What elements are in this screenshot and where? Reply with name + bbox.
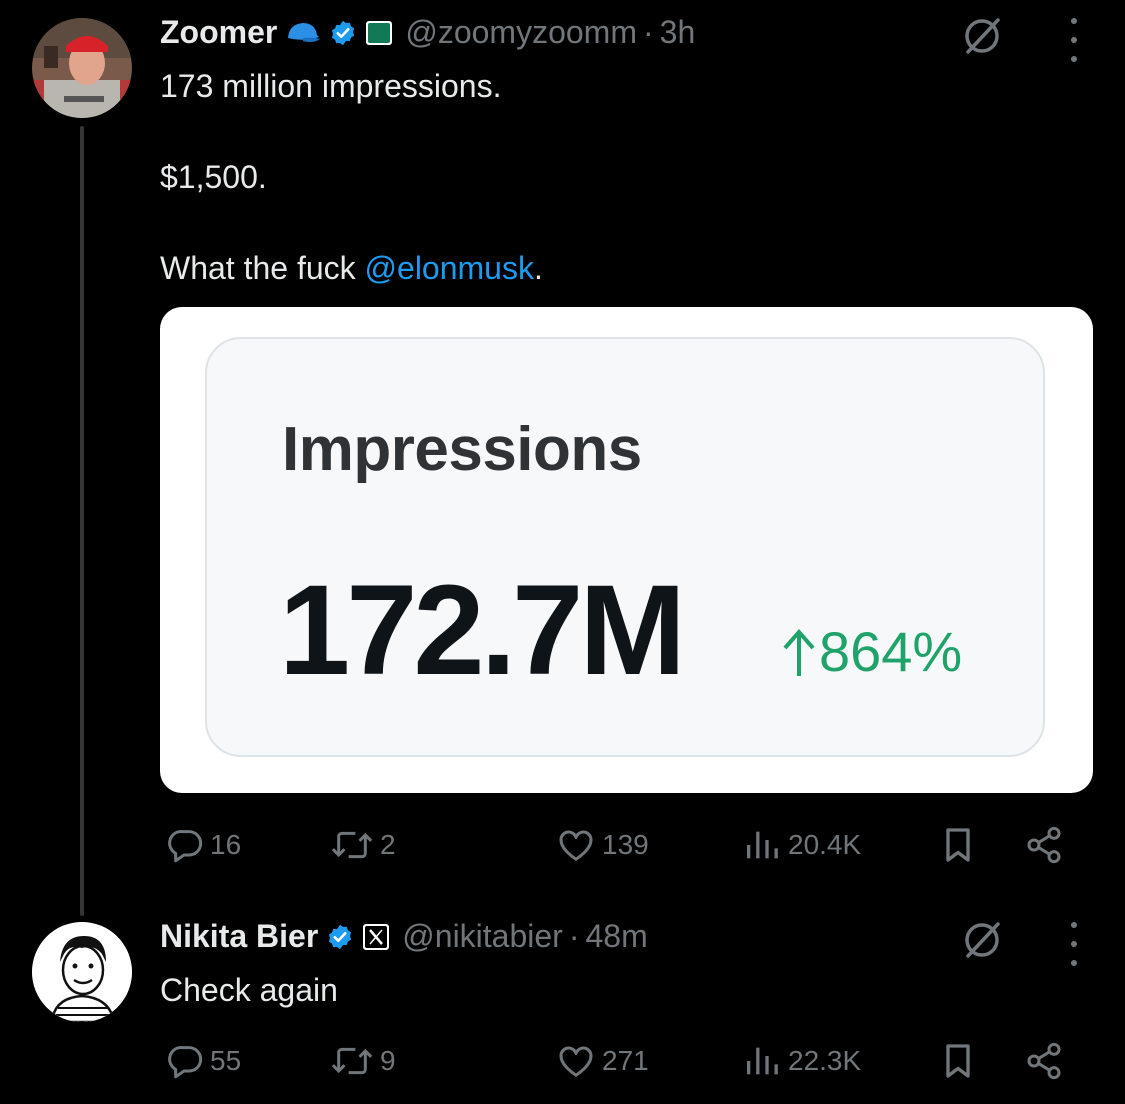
tweet-time[interactable]: 3h [660,14,696,51]
views-count: 22.3K [788,1045,862,1076]
like-button[interactable]: 139 [556,820,649,870]
grok-icon[interactable] [960,14,1004,58]
repost-count: 2 [380,829,396,860]
views-button[interactable]: 20.4K [742,820,861,870]
avatar-zoomer[interactable] [32,18,132,118]
like-icon [559,830,593,861]
cap-emoji-icon [285,20,321,46]
verified-icon [329,19,357,47]
like-button[interactable]: 271 [556,1036,649,1086]
tweet-header: Nikita Bier @nikitabier · 48m [160,918,648,955]
tweet-actions: 55 9 271 22.3K [160,1036,1070,1086]
verified-icon [326,923,354,951]
author-name[interactable]: Nikita Bier [160,918,318,955]
bookmark-button[interactable] [938,1036,978,1086]
reply-button[interactable]: 55 [164,1036,241,1086]
more-icon[interactable] [1064,18,1084,62]
thread-line [80,126,84,916]
share-button[interactable] [1024,1036,1064,1086]
grok-icon[interactable] [960,918,1004,962]
impressions-title: Impressions [282,415,642,484]
tweet-actions: 16 2 139 20.4K [160,820,1070,870]
reply-button[interactable]: 16 [164,820,241,870]
impressions-value: 172.7M [279,559,686,702]
reply-icon [168,830,203,863]
impressions-change: 864% [779,619,962,684]
impressions-change-value: 864% [819,620,963,683]
separator: · [642,14,654,50]
attached-image[interactable]: Impressions 172.7M 864% [160,307,1093,793]
reply-count: 55 [210,1045,242,1076]
tweet-text-line-3: What the fuck @elonmusk. [160,245,543,291]
tweet-text: Check again [160,972,338,1008]
author-handle[interactable]: @nikitabier [402,918,563,955]
arrow-up-icon [783,628,815,676]
mention-link[interactable]: @elonmusk [365,250,534,286]
bookmark-icon [946,1044,970,1078]
repost-button[interactable]: 2 [330,820,396,870]
views-count: 20.4K [788,829,862,860]
avatar-nikita[interactable] [32,922,132,1022]
author-handle[interactable]: @zoomyzoomm [405,14,637,51]
like-count: 271 [602,1045,649,1076]
views-icon [747,831,778,859]
tweet-text-line-1: 173 million impressions. [160,68,502,104]
share-icon [1027,1042,1061,1080]
kalshi-label-badge[interactable] [365,20,393,46]
reply-count: 16 [210,829,242,860]
separator: · [568,918,580,954]
repost-icon [331,831,373,859]
views-icon [747,1047,778,1075]
like-count: 139 [602,829,649,860]
bookmark-icon [946,828,970,862]
tweet-text-line-2: $1,500. [160,159,267,195]
share-icon [1027,826,1061,864]
tweet-text-prefix: What the fuck [160,250,365,286]
views-button[interactable]: 22.3K [742,1036,861,1086]
like-icon [559,1046,593,1077]
repost-count: 9 [380,1045,396,1076]
more-icon[interactable] [1064,922,1084,966]
tweet-text-suffix: . [533,250,543,286]
bookmark-button[interactable] [938,820,978,870]
repost-icon [331,1047,373,1075]
author-name[interactable]: Zoomer [160,14,277,51]
tweet-time[interactable]: 48m [585,918,647,955]
share-button[interactable] [1024,820,1064,870]
x-logo-icon[interactable] [362,923,390,951]
reply-icon [168,1046,203,1079]
tweet-header: Zoomer @zoomyzoomm · 3h [160,14,695,51]
repost-button[interactable]: 9 [330,1036,396,1086]
impressions-card: Impressions 172.7M 864% [205,337,1045,757]
